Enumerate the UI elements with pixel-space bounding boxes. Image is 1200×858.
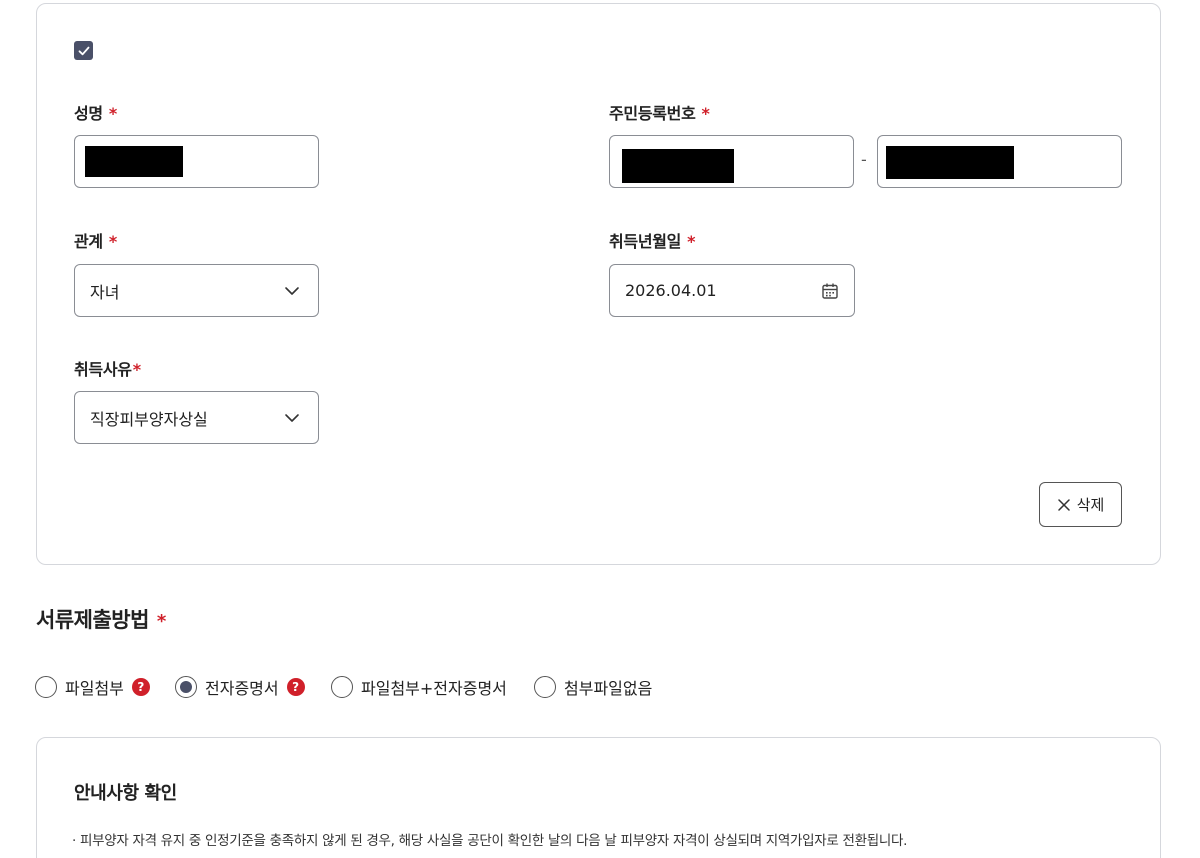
radio-circle[interactable] <box>331 676 353 698</box>
acquired-reason-label: 취득사유* <box>74 356 141 380</box>
checkbox-checked-icon <box>78 46 89 55</box>
submission-title-text: 서류제출방법 <box>36 608 149 632</box>
relation-select[interactable]: 자녀 <box>74 264 319 317</box>
notice-item: · 피부양자 자격 유지 중 인정기준을 충족하지 않게 된 경우, 해당 사실… <box>72 833 908 849</box>
required-mark: * <box>132 360 141 379</box>
required-mark: * <box>108 104 117 123</box>
resident-number-label: 주민등록번호 * <box>609 100 710 124</box>
resident-number-back-input[interactable] <box>877 135 1122 188</box>
radio-file-attach[interactable]: 파일첨부 ? <box>35 675 150 699</box>
radio-circle[interactable] <box>534 676 556 698</box>
radio-circle[interactable] <box>35 676 57 698</box>
redacted-resident-front <box>622 149 734 183</box>
radio-label: 파일첨부 <box>65 679 124 698</box>
redacted-resident-back <box>886 146 1014 179</box>
acquired-date-label-text: 취득년월일 <box>609 232 682 251</box>
acquired-date-label: 취득년월일 * <box>609 228 695 252</box>
help-icon[interactable]: ? <box>131 678 150 696</box>
chevron-down-icon <box>285 414 299 422</box>
relation-label-text: 관계 <box>74 232 103 251</box>
acquired-reason-label-text: 취득사유 <box>74 360 132 379</box>
calendar-icon[interactable] <box>821 282 839 300</box>
radio-no-attachment[interactable]: 첨부파일없음 <box>534 675 652 699</box>
name-input[interactable] <box>74 135 319 188</box>
radio-label: 전자증명서 <box>205 679 279 698</box>
acquired-reason-value: 직장피부양자상실 <box>90 409 208 429</box>
radio-circle-selected[interactable] <box>175 676 197 698</box>
required-mark: * <box>108 232 117 251</box>
close-icon <box>1057 498 1070 511</box>
notice-title: 안내사항 확인 <box>74 783 177 804</box>
required-mark: * <box>156 611 166 632</box>
resident-number-front-input[interactable] <box>609 135 854 188</box>
acquired-reason-select[interactable]: 직장피부양자상실 <box>74 391 319 444</box>
radio-e-certificate[interactable]: 전자증명서 ? <box>175 675 305 699</box>
relation-value: 자녀 <box>90 282 120 302</box>
chevron-down-icon <box>285 287 299 295</box>
acquired-date-input[interactable]: 2026.04.01 <box>609 264 855 317</box>
delete-button[interactable]: 삭제 <box>1039 482 1122 527</box>
submission-title: 서류제출방법 * <box>36 604 166 634</box>
name-label: 성명 * <box>74 100 117 124</box>
help-icon[interactable]: ? <box>286 678 305 696</box>
radio-file-and-e-certificate[interactable]: 파일첨부+전자증명서 <box>331 675 507 699</box>
redacted-name <box>85 146 183 177</box>
name-label-text: 성명 <box>74 104 103 123</box>
required-mark: * <box>701 104 710 123</box>
relation-label: 관계 * <box>74 228 117 252</box>
radio-label: 파일첨부+전자증명서 <box>361 679 507 698</box>
required-mark: * <box>687 232 696 251</box>
radio-label: 첨부파일없음 <box>564 679 653 698</box>
select-checkbox[interactable] <box>74 41 93 60</box>
resident-number-separator: - <box>861 150 867 169</box>
acquired-date-value: 2026.04.01 <box>625 281 717 300</box>
resident-number-label-text: 주민등록번호 <box>609 104 696 123</box>
delete-label: 삭제 <box>1076 496 1105 514</box>
